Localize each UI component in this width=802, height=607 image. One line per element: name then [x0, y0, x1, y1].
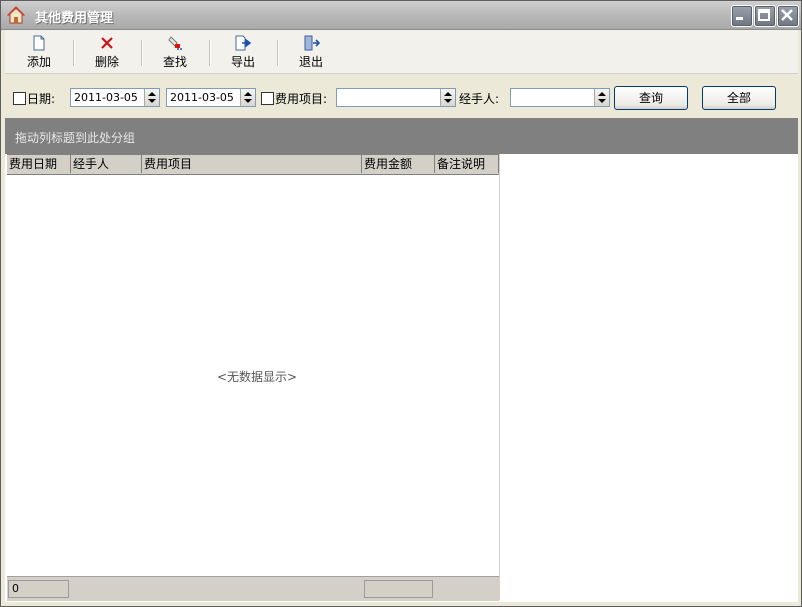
delete-button[interactable]: 删除 — [78, 33, 136, 71]
grid-area: 费用日期 经手人 费用项目 费用金额 备注说明 <无数据显示> 0 — [5, 154, 798, 602]
all-button[interactable]: 全部 — [702, 86, 776, 110]
footer-count: 0 — [8, 580, 69, 598]
item-label: 费用项目: — [275, 92, 328, 106]
delete-label: 删除 — [94, 55, 119, 69]
handler-label: 经手人: — [459, 92, 500, 106]
handler-dropdown[interactable] — [594, 89, 609, 106]
spin-arrows-icon — [444, 92, 452, 103]
minimize-button[interactable] — [731, 5, 753, 27]
date-to-value: 2011-03-05 — [170, 91, 234, 104]
home-icon — [6, 6, 26, 24]
group-panel[interactable]: 拖动列标题到此处分组 — [5, 118, 798, 154]
item-checkbox[interactable] — [261, 92, 274, 105]
handler-select[interactable] — [510, 88, 610, 107]
date-to-picker[interactable]: 2011-03-05 — [166, 88, 256, 107]
column-header-remark[interactable]: 备注说明 — [435, 155, 499, 173]
title-bar[interactable]: 其他费用管理 — [1, 1, 801, 30]
date-from-value: 2011-03-05 — [74, 91, 138, 104]
query-button[interactable]: 查询 — [614, 86, 688, 110]
toolbar: 添加 删除 查找 导出 退出 — [5, 30, 798, 74]
close-button[interactable] — [777, 5, 799, 27]
find-icon — [168, 36, 182, 50]
find-label: 查找 — [162, 55, 187, 69]
new-document-icon — [33, 35, 45, 51]
group-hint: 拖动列标题到此处分组 — [15, 131, 136, 145]
export-icon — [235, 35, 252, 51]
footer-amount-sum — [364, 580, 433, 598]
main-window: 其他费用管理 添加 删除 查找 导出 退出 日期: 2011-03-05 201… — [0, 0, 802, 607]
column-header-amount[interactable]: 费用金额 — [362, 155, 435, 173]
item-select[interactable] — [336, 88, 456, 107]
exit-door-icon — [304, 35, 320, 51]
window-title: 其他费用管理 — [35, 11, 114, 26]
delete-x-icon — [101, 37, 113, 49]
export-label: 导出 — [230, 55, 255, 69]
column-header-item[interactable]: 费用项目 — [142, 155, 362, 173]
add-label: 添加 — [26, 55, 51, 69]
maximize-button[interactable] — [754, 5, 776, 27]
grid-header: 费用日期 经手人 费用项目 费用金额 备注说明 — [7, 154, 499, 175]
filter-bar: 日期: 2011-03-05 2011-03-05 费用项目: 经手人: 查询 … — [5, 74, 798, 118]
date-checkbox[interactable] — [13, 92, 26, 105]
data-grid[interactable]: 费用日期 经手人 费用项目 费用金额 备注说明 <无数据显示> 0 — [7, 154, 500, 601]
exit-button[interactable]: 退出 — [282, 33, 340, 71]
spin-arrows-icon — [244, 92, 252, 103]
add-button[interactable]: 添加 — [10, 33, 68, 71]
item-dropdown[interactable] — [440, 89, 455, 106]
date-to-spinner[interactable] — [240, 89, 255, 106]
date-label: 日期: — [27, 92, 56, 106]
find-button[interactable]: 查找 — [146, 33, 204, 71]
date-from-picker[interactable]: 2011-03-05 — [70, 88, 160, 107]
empty-placeholder: <无数据显示> — [217, 370, 298, 384]
export-button[interactable]: 导出 — [214, 33, 272, 71]
spin-arrows-icon — [148, 92, 156, 103]
spin-arrows-icon — [598, 92, 606, 103]
column-header-handler[interactable]: 经手人 — [71, 155, 142, 173]
column-header-date[interactable]: 费用日期 — [7, 155, 71, 173]
exit-label: 退出 — [298, 55, 323, 69]
grid-footer: 0 — [7, 576, 499, 601]
date-from-spinner[interactable] — [144, 89, 159, 106]
